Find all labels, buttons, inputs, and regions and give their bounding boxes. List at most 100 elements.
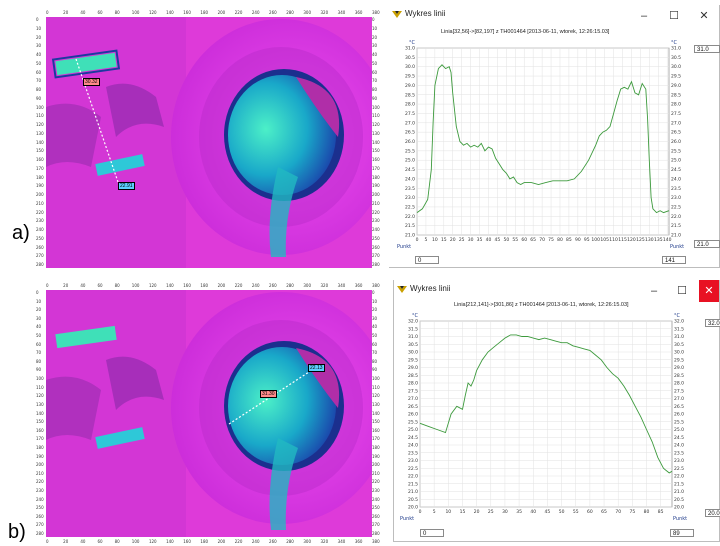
ruler-tick-label: 20 bbox=[36, 34, 42, 40]
y-tick-label: 22.0 bbox=[408, 474, 418, 480]
temperature-marker-max-a: 30.32 bbox=[83, 78, 100, 86]
y-tick-label-right: 29.5 bbox=[671, 74, 681, 80]
thermal-scene-b bbox=[46, 290, 372, 537]
ruler-tick-label: 60 bbox=[36, 69, 42, 75]
thermal-y-ruler-b: 0 10 20 30 40 50 60 70 80 90 100 110 120 130 140 150 160… bbox=[36, 290, 46, 537]
ruler-tick-label: 210 bbox=[36, 200, 44, 206]
ruler-tick-label: 220 bbox=[36, 209, 44, 215]
ruler-tick-label: 140 bbox=[372, 139, 380, 145]
y-tick-label: 25.5 bbox=[408, 419, 418, 425]
max-scale-field-b[interactable]: 32.0 bbox=[705, 319, 720, 327]
ruler-tick-label: 40 bbox=[80, 10, 86, 15]
x-tick-label: 85 bbox=[566, 237, 572, 243]
ruler-tick-label: 270 bbox=[372, 522, 380, 528]
maximize-button[interactable]: ☐ bbox=[667, 280, 697, 302]
max-scale-field-a[interactable]: 31.0 bbox=[694, 45, 720, 53]
ruler-tick-label: 100 bbox=[36, 104, 44, 110]
min-scale-field-b[interactable]: 20.0 bbox=[705, 509, 720, 517]
y-tick-label: 22.5 bbox=[405, 204, 415, 210]
x-tick-label: 30 bbox=[468, 237, 474, 243]
ruler-tick-label: 130 bbox=[372, 130, 380, 136]
end-point-field-a[interactable]: 141 bbox=[662, 256, 686, 264]
ruler-tick-label: 200 bbox=[372, 462, 380, 468]
ruler-tick-label: 190 bbox=[36, 183, 44, 189]
ruler-tick-label: 40 bbox=[80, 283, 86, 288]
window-titlebar-a[interactable]: Wykres linii – ☐ ✕ bbox=[389, 5, 719, 27]
ruler-tick-label: 60 bbox=[36, 341, 42, 347]
start-point-field-b[interactable]: 0 bbox=[420, 529, 444, 537]
line-chart-window-b: Wykres linii – ☐ ✕ Linia[212,141]->[301,… bbox=[393, 280, 720, 542]
ruler-tick-label: 120 bbox=[148, 283, 157, 288]
ruler-tick-label: 100 bbox=[372, 104, 380, 110]
minimize-button[interactable]: – bbox=[639, 280, 669, 302]
ruler-tick-label: 80 bbox=[114, 283, 120, 288]
x-tick-label: 25 bbox=[459, 237, 465, 243]
thermal-x-ruler-a: 0 20 40 60 80 100 120 140 160 180 200 220 240 260 280 3… bbox=[36, 8, 382, 17]
x-tick-label: 35 bbox=[477, 237, 483, 243]
ruler-tick-label: 240 bbox=[36, 227, 44, 232]
graph-title-b: Linia[212,141]->[301,86] z TH001464 [201… bbox=[454, 302, 629, 308]
y-tick-label: 31.5 bbox=[408, 326, 418, 332]
x-tick-label: 45 bbox=[545, 509, 551, 515]
x-tick-label: 40 bbox=[486, 237, 492, 243]
window-titlebar-b[interactable]: Wykres linii – ☐ ✕ bbox=[394, 280, 719, 302]
thermal-image-b[interactable]: 22.13 31.30 bbox=[46, 290, 372, 537]
x-axis-label-right: Punkt bbox=[673, 516, 687, 522]
ruler-tick-label: 180 bbox=[200, 283, 209, 288]
x-tick-label: 0 bbox=[419, 509, 422, 515]
x-tick-label: 20 bbox=[450, 237, 456, 243]
y-tick-label: 23.0 bbox=[405, 195, 415, 201]
ruler-tick-label: 30 bbox=[372, 315, 378, 321]
x-tick-label: 70 bbox=[615, 509, 621, 515]
y-tick-label: 26.0 bbox=[405, 139, 415, 145]
ruler-tick-label: 120 bbox=[36, 393, 44, 399]
thermal-image-a[interactable]: 30.32 22.91 bbox=[46, 17, 372, 268]
y-tick-label: 28.0 bbox=[405, 102, 415, 108]
ruler-tick-label: 240 bbox=[372, 227, 380, 232]
ruler-tick-label: 260 bbox=[372, 244, 380, 250]
close-button[interactable]: ✕ bbox=[689, 5, 719, 27]
y-tick-label-right: 22.5 bbox=[671, 204, 681, 210]
ruler-tick-label: 0 bbox=[372, 290, 375, 295]
ruler-tick-label: 320 bbox=[320, 539, 329, 544]
ruler-tick-label: 280 bbox=[36, 262, 44, 267]
ruler-tick-label: 140 bbox=[372, 410, 380, 416]
x-tick-label: 70 bbox=[539, 237, 545, 243]
y-tick-label: 28.5 bbox=[408, 373, 418, 379]
ruler-tick-label: 200 bbox=[372, 192, 380, 197]
close-button[interactable]: ✕ bbox=[699, 280, 719, 302]
x-tick-label: 60 bbox=[587, 509, 593, 515]
x-tick-label: 75 bbox=[548, 237, 554, 243]
ruler-tick-label: 20 bbox=[63, 283, 69, 288]
ruler-tick-label: 50 bbox=[372, 60, 378, 66]
end-point-field-b[interactable]: 89 bbox=[670, 529, 694, 537]
y-tick-label-right: 29.0 bbox=[674, 365, 684, 371]
y-tick-label: 28.5 bbox=[405, 92, 415, 98]
maximize-button[interactable]: ☐ bbox=[659, 5, 689, 27]
ruler-tick-label: 80 bbox=[114, 10, 120, 15]
ruler-tick-label: 280 bbox=[286, 539, 294, 544]
y-tick-label-right: 27.0 bbox=[674, 396, 684, 402]
ruler-tick-label: 30 bbox=[36, 43, 42, 49]
ruler-tick-label: 50 bbox=[372, 333, 378, 339]
y-tick-label-right: 25.0 bbox=[674, 427, 684, 433]
x-tick-label: 80 bbox=[644, 509, 650, 515]
ruler-tick-label: 380 bbox=[372, 283, 380, 288]
y-tick-label: 23.5 bbox=[405, 186, 415, 192]
x-tick-label: 25 bbox=[488, 509, 494, 515]
ruler-tick-label: 280 bbox=[36, 531, 44, 536]
thermal-y-ruler-right-b: 0 10 20 30 40 50 60 70 80 90 100 110 120 130 140 150 160… bbox=[372, 290, 382, 537]
y-tick-label: 23.0 bbox=[408, 458, 418, 464]
y-tick-label-right: 23.0 bbox=[674, 458, 684, 464]
y-tick-label-right: 21.0 bbox=[674, 489, 684, 495]
min-scale-field-a[interactable]: 21.0 bbox=[694, 240, 720, 248]
ruler-tick-label: 150 bbox=[372, 419, 380, 425]
minimize-button[interactable]: – bbox=[629, 5, 659, 27]
ruler-tick-label: 100 bbox=[131, 283, 140, 288]
ruler-tick-label: 280 bbox=[286, 10, 294, 15]
start-point-field-a[interactable]: 0 bbox=[415, 256, 439, 264]
y-tick-label: 30.5 bbox=[405, 55, 415, 61]
x-axis-label-left: Punkt bbox=[397, 244, 411, 250]
ruler-tick-label: 90 bbox=[36, 367, 42, 373]
y-tick-label-right: 30.0 bbox=[674, 350, 684, 356]
